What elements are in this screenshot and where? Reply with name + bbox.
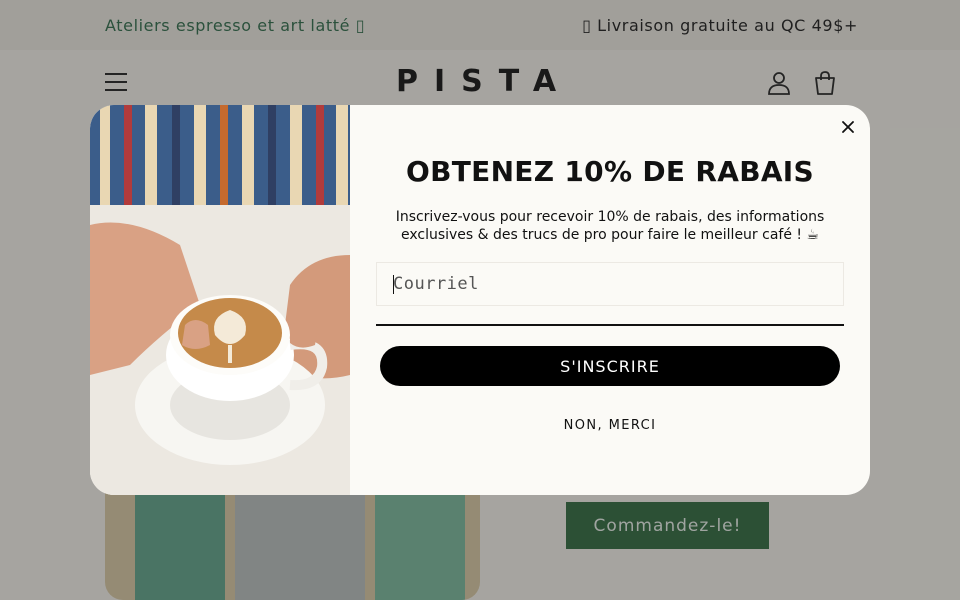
popup-title: OBTENEZ 10% DE RABAIS [406, 155, 814, 188]
text-cursor [393, 275, 394, 294]
discount-popup: OBTENEZ 10% DE RABAIS Inscrivez-vous pou… [90, 105, 870, 495]
latte-art-photo [90, 105, 350, 495]
email-field[interactable] [376, 262, 844, 306]
close-icon[interactable] [838, 117, 858, 137]
popup-content: OBTENEZ 10% DE RABAIS Inscrivez-vous pou… [350, 105, 870, 495]
subscribe-button[interactable]: S'INSCRIRE [380, 346, 840, 386]
decline-button[interactable]: NON, MERCI [350, 418, 870, 433]
popup-subtitle: Inscrivez-vous pour recevoir 10% de raba… [395, 209, 825, 243]
email-field-container [376, 262, 844, 326]
